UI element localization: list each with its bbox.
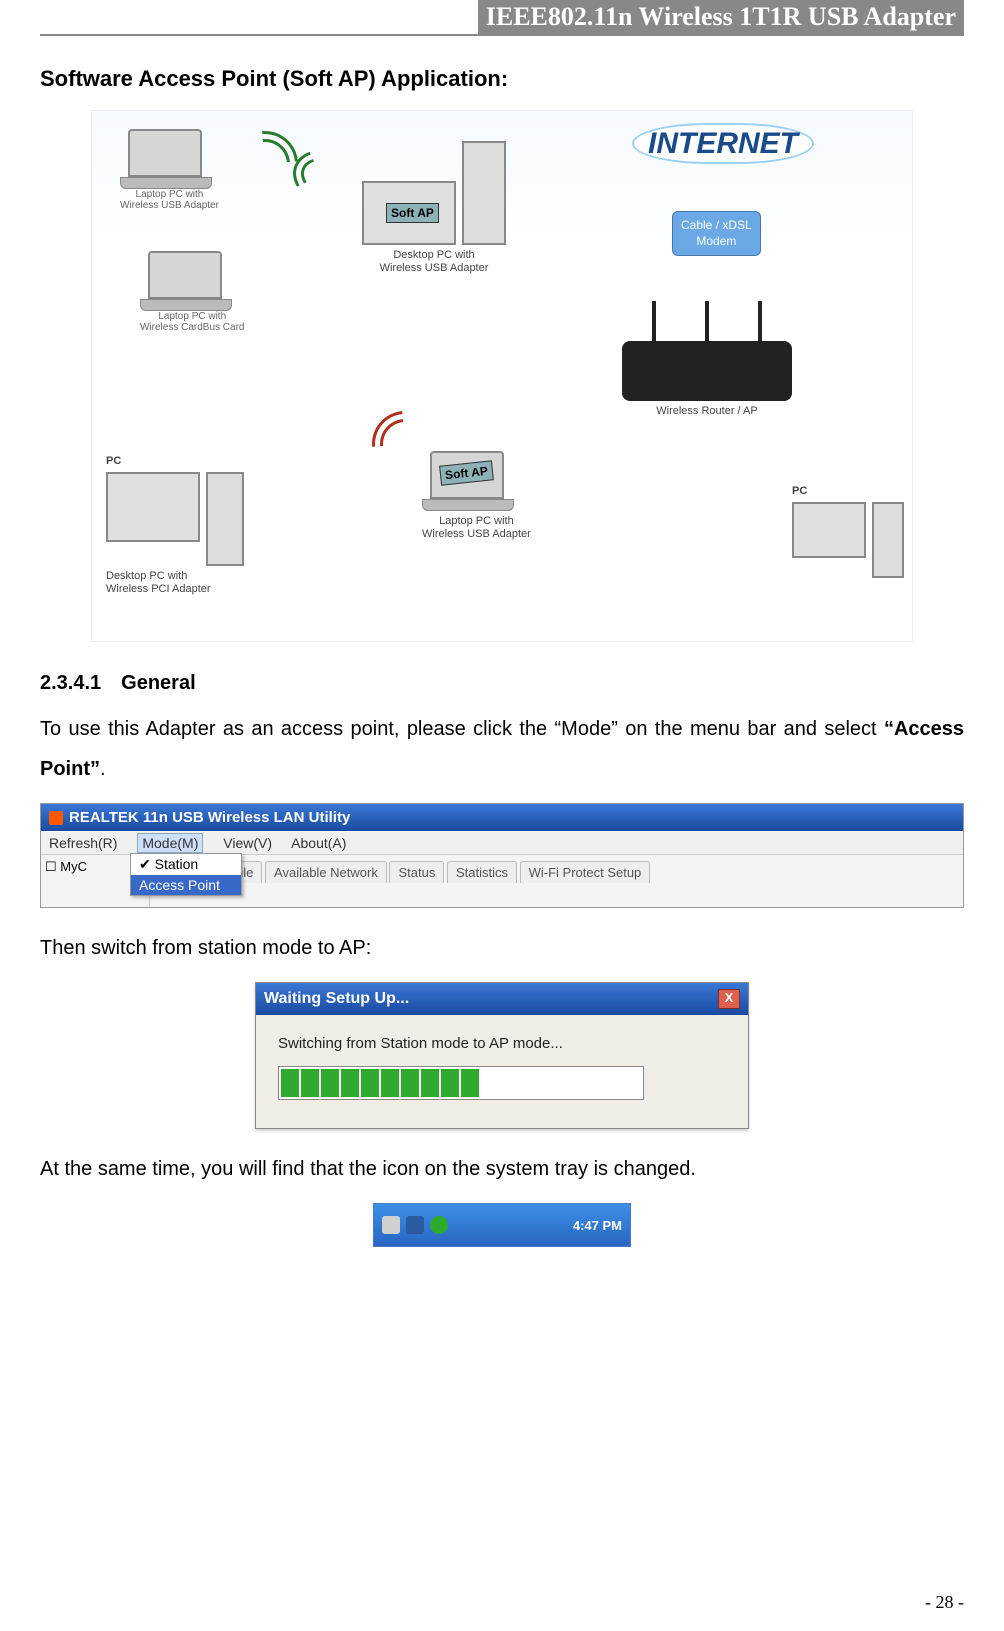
utility-title-bar: REALTEK 11n USB Wireless LAN Utility (41, 804, 963, 831)
section-title: Software Access Point (Soft AP) Applicat… (40, 66, 964, 92)
mode-dropdown: ✔ Station Access Point (130, 853, 242, 896)
paragraph-1-c: . (100, 758, 106, 780)
diagram-label-desktop-usb: Desktop PC with Wireless USB Adapter (362, 249, 506, 275)
paragraph-1-a: To use this Adapter as an access point, … (40, 718, 884, 740)
diagram-label-laptop-usb: Laptop PC with Wireless USB Adapter (120, 189, 219, 211)
paragraph-3: At the same time, you will find that the… (40, 1149, 964, 1189)
app-icon (49, 811, 63, 825)
utility-menu-bar: Refresh(R) Mode(M) View(V) About(A) (41, 831, 963, 855)
page-number: - 28 - (925, 1592, 964, 1613)
waiting-dialog: Waiting Setup Up... X Switching from Sta… (255, 982, 749, 1129)
modem-badge: Cable / xDSL Modem (672, 211, 761, 256)
menu-view[interactable]: View(V) (223, 835, 272, 851)
internet-badge: INTERNET (632, 123, 814, 164)
tray-icon-2[interactable] (406, 1216, 424, 1234)
waiting-title-text: Waiting Setup Up... (264, 990, 409, 1008)
system-tray: 4:47 PM (373, 1203, 631, 1247)
tab-available-network[interactable]: Available Network (265, 861, 387, 883)
tab-status[interactable]: Status (389, 861, 444, 883)
mode-item-station[interactable]: ✔ Station (131, 854, 241, 875)
diagram-label-laptop-usb2: Laptop PC with Wireless USB Adapter (422, 515, 531, 541)
close-button[interactable]: X (718, 989, 740, 1009)
utility-screenshot: REALTEK 11n USB Wireless LAN Utility Ref… (40, 803, 964, 908)
soft-ap-badge-2: Soft AP (439, 460, 494, 485)
page-header: IEEE802.11n Wireless 1T1R USB Adapter (40, 0, 964, 36)
tray-icon-ap[interactable] (430, 1216, 448, 1234)
tree-root[interactable]: MyC (60, 859, 87, 874)
diagram-label-laptop-cardbus: Laptop PC with Wireless CardBus Card (140, 311, 244, 333)
diagram-label-router: Wireless Router / AP (622, 405, 792, 418)
utility-title-text: REALTEK 11n USB Wireless LAN Utility (69, 809, 350, 826)
menu-mode[interactable]: Mode(M) (137, 833, 203, 853)
tab-statistics[interactable]: Statistics (447, 861, 517, 883)
menu-refresh[interactable]: Refresh(R) (49, 835, 117, 851)
mode-item-access-point[interactable]: Access Point (131, 875, 241, 895)
paragraph-2: Then switch from station mode to AP: (40, 928, 964, 968)
menu-about[interactable]: About(A) (291, 835, 346, 851)
tray-clock: 4:47 PM (573, 1218, 622, 1233)
soft-ap-badge: Soft AP (386, 203, 439, 223)
waiting-message: Switching from Station mode to AP mode..… (278, 1035, 726, 1052)
softap-diagram: Laptop PC with Wireless USB Adapter Lapt… (91, 110, 913, 642)
utility-tabs: neral Profile Available Network Status S… (150, 855, 963, 907)
diagram-label-desktop-pci: Desktop PC with Wireless PCI Adapter (106, 570, 244, 596)
header-title: IEEE802.11n Wireless 1T1R USB Adapter (478, 0, 964, 34)
diagram-label-pc-left: PC (106, 455, 244, 468)
progress-bar (278, 1066, 644, 1100)
diagram-label-pc-right: PC (792, 485, 904, 498)
tray-icon-1[interactable] (382, 1216, 400, 1234)
tab-wps[interactable]: Wi-Fi Protect Setup (520, 861, 651, 883)
router-icon (622, 341, 792, 401)
subsection-heading: 2.3.4.1 General (40, 672, 964, 695)
paragraph-1: To use this Adapter as an access point, … (40, 709, 964, 789)
